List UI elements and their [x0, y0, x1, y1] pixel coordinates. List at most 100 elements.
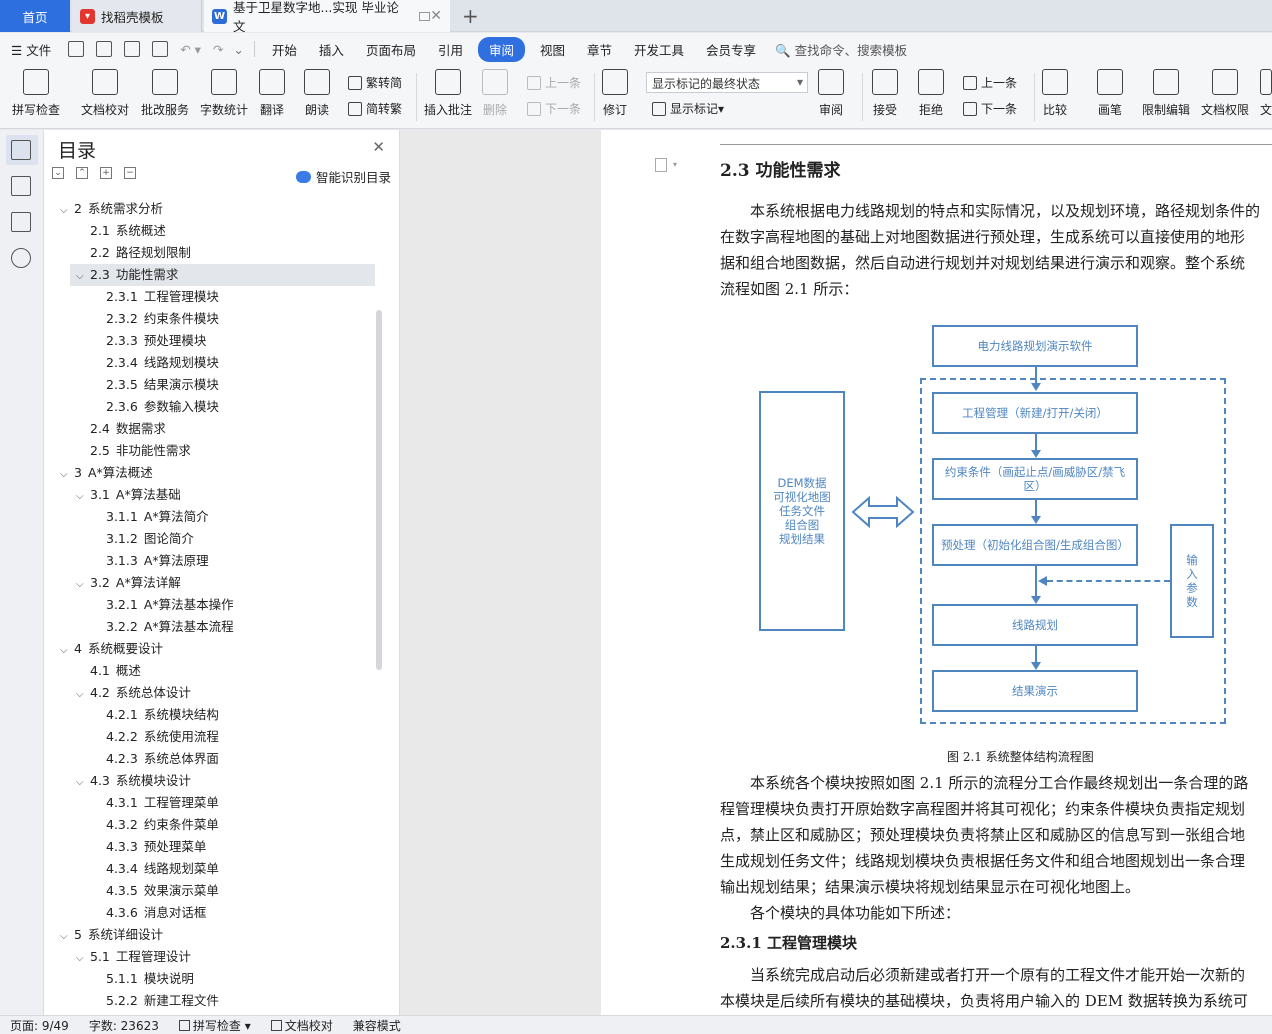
menu-view[interactable]: 视图: [529, 40, 576, 59]
toc-item[interactable]: ⌵ 3 A*算法概述: [44, 462, 384, 484]
file-menu[interactable]: ☰ 文件: [0, 40, 62, 59]
tab-template[interactable]: ▾ 找稻壳模板: [72, 0, 202, 32]
save-icon[interactable]: [68, 41, 85, 57]
tab-home[interactable]: 首页: [0, 0, 70, 32]
export-pdf-icon[interactable]: [96, 41, 113, 57]
prev-comment-button[interactable]: 上一条: [527, 74, 581, 91]
toc-item[interactable]: 5.1.1 模块说明: [44, 968, 384, 990]
bookmark-icon[interactable]: [11, 212, 31, 232]
toc-item[interactable]: 2.4 数据需求: [44, 418, 384, 440]
page-doc-arrow-icon[interactable]: ▾: [673, 160, 677, 169]
menu-developer[interactable]: 开发工具: [623, 40, 695, 59]
toc-item[interactable]: 4.3.2 约束条件菜单: [44, 814, 384, 836]
batch-service-button[interactable]: 批改服务: [141, 69, 189, 118]
translate-button[interactable]: 翻译: [259, 69, 285, 118]
toc-item[interactable]: 2.3.4 线路规划模块: [44, 352, 384, 374]
find-icon[interactable]: [11, 248, 31, 268]
toc-item[interactable]: 2.3.1 工程管理模块: [44, 286, 384, 308]
print-icon[interactable]: [124, 41, 141, 57]
remove-heading-icon[interactable]: −: [124, 167, 136, 179]
toc-item[interactable]: 3.2.2 A*算法基本流程: [44, 616, 384, 638]
new-tab-icon[interactable]: +: [462, 4, 479, 28]
menu-references[interactable]: 引用: [427, 40, 474, 59]
delete-comment-button[interactable]: 删除: [482, 69, 508, 118]
show-markup-button[interactable]: 显示标记 ▾: [652, 100, 724, 117]
chevron-down-icon[interactable]: ⌵: [76, 266, 90, 288]
expand-all-icon[interactable]: ⌃: [76, 167, 88, 179]
toc-item[interactable]: 3.1.1 A*算法简介: [44, 506, 384, 528]
doc-permission-button[interactable]: 文档权限: [1201, 69, 1249, 118]
toc-item[interactable]: ⌵ 4.3 系统模块设计: [44, 770, 384, 792]
toc-item[interactable]: 2.1 系统概述: [44, 220, 384, 242]
toc-item[interactable]: 2.3.5 结果演示模块: [44, 374, 384, 396]
menu-insert[interactable]: 插入: [308, 40, 355, 59]
reject-button[interactable]: 拒绝: [918, 69, 944, 118]
chevron-down-icon[interactable]: ⌵: [76, 486, 90, 508]
toc-item[interactable]: 2.2 路径规划限制: [44, 242, 384, 264]
toc-item[interactable]: ⌵ 5.1 工程管理设计: [44, 946, 384, 968]
toc-item[interactable]: 4.3.3 预处理菜单: [44, 836, 384, 858]
chevron-down-icon[interactable]: ⌵: [76, 574, 90, 596]
toc-item[interactable]: ⌵ 3.1 A*算法基础: [44, 484, 384, 506]
review-pane-button[interactable]: 审阅: [818, 69, 844, 118]
redo-icon[interactable]: ↷: [207, 42, 229, 57]
menu-review[interactable]: 审阅: [477, 36, 525, 62]
toc-item[interactable]: 3.2.1 A*算法基本操作: [44, 594, 384, 616]
toc-item[interactable]: 4.3.4 线路规划菜单: [44, 858, 384, 880]
toc-item[interactable]: 3.1.2 图论简介: [44, 528, 384, 550]
toc-item[interactable]: ⌵ 4.2 系统总体设计: [44, 682, 384, 704]
toc-item[interactable]: 2.3.2 约束条件模块: [44, 308, 384, 330]
menu-section[interactable]: 章节: [576, 40, 623, 59]
read-aloud-button[interactable]: 朗读: [304, 69, 330, 118]
simp-to-trad-button[interactable]: 简转繁: [348, 100, 402, 117]
page-indicator[interactable]: 页面: 9/49: [0, 1017, 79, 1034]
toc-item[interactable]: 3.1.3 A*算法原理: [44, 550, 384, 572]
toc-item[interactable]: ⌵ 4 系统概要设计: [44, 638, 384, 660]
toc-item[interactable]: 2.5 非功能性需求: [44, 440, 384, 462]
smart-toc-button[interactable]: 智能识别目录: [295, 167, 391, 186]
restrict-edit-button[interactable]: 限制编辑: [1142, 69, 1190, 118]
outline-icon[interactable]: [11, 140, 31, 160]
next-comment-button[interactable]: 下一条: [527, 100, 581, 117]
toc-item[interactable]: 5.2.2 新建工程文件: [44, 990, 384, 1012]
word-count-button[interactable]: 字数统计: [200, 69, 248, 118]
chevron-down-icon[interactable]: ⌵: [76, 772, 90, 794]
toc-item[interactable]: 4.3.5 效果演示菜单: [44, 880, 384, 902]
compare-button[interactable]: 比较: [1042, 69, 1068, 118]
toc-item[interactable]: ⌵ 5 系统详细设计: [44, 924, 384, 946]
toc-item[interactable]: 4.3.1 工程管理菜单: [44, 792, 384, 814]
pen-button[interactable]: 画笔: [1097, 69, 1123, 118]
toc-item[interactable]: 4.2.1 系统模块结构: [44, 704, 384, 726]
toc-item[interactable]: 4.3.6 消息对话框: [44, 902, 384, 924]
section-nav-icon[interactable]: [11, 176, 31, 196]
chevron-down-icon[interactable]: ⌵: [60, 464, 74, 486]
menu-page-layout[interactable]: 页面布局: [355, 40, 427, 59]
insert-comment-button[interactable]: 插入批注: [424, 69, 472, 118]
page-doc-icon[interactable]: [655, 158, 667, 172]
word-count[interactable]: 字数: 23623: [79, 1017, 169, 1034]
next-change-button[interactable]: 下一条: [963, 100, 1017, 117]
toc-item[interactable]: ⌵ 3.2 A*算法详解: [44, 572, 384, 594]
chevron-down-icon[interactable]: ⌵: [60, 926, 74, 948]
prev-change-button[interactable]: 上一条: [963, 74, 1017, 91]
more-button[interactable]: 文: [1260, 69, 1272, 118]
accept-button[interactable]: 接受: [872, 69, 898, 118]
undo-icon[interactable]: ↶ ▾: [174, 42, 207, 57]
spellcheck-button[interactable]: 拼写检查: [12, 69, 60, 118]
spellcheck-status[interactable]: 拼写检查 ▾: [169, 1017, 261, 1034]
toc-item[interactable]: 4.2.3 系统总体界面: [44, 748, 384, 770]
tab-document[interactable]: W 基于卫星数字地...实现 毕业论文 ✕: [204, 0, 450, 34]
menu-start[interactable]: 开始: [261, 40, 308, 59]
print-preview-icon[interactable]: [152, 41, 169, 57]
collapse-all-icon[interactable]: ⌄: [52, 167, 64, 179]
add-heading-icon[interactable]: +: [100, 167, 112, 179]
toc-item[interactable]: ⌵ 2 系统需求分析: [44, 198, 384, 220]
chevron-down-icon[interactable]: ⌵: [76, 948, 90, 970]
toc-item[interactable]: 4.1 概述: [44, 660, 384, 682]
toc-item[interactable]: 4.2.2 系统使用流程: [44, 726, 384, 748]
window-mode-icon[interactable]: [419, 11, 431, 21]
trad-to-simp-button[interactable]: 繁转简: [348, 74, 402, 91]
toc-item[interactable]: ⌵ 2.3 功能性需求: [70, 264, 375, 286]
proofread-button[interactable]: 文档校对: [81, 69, 129, 118]
chevron-down-icon[interactable]: ⌵: [60, 640, 74, 662]
